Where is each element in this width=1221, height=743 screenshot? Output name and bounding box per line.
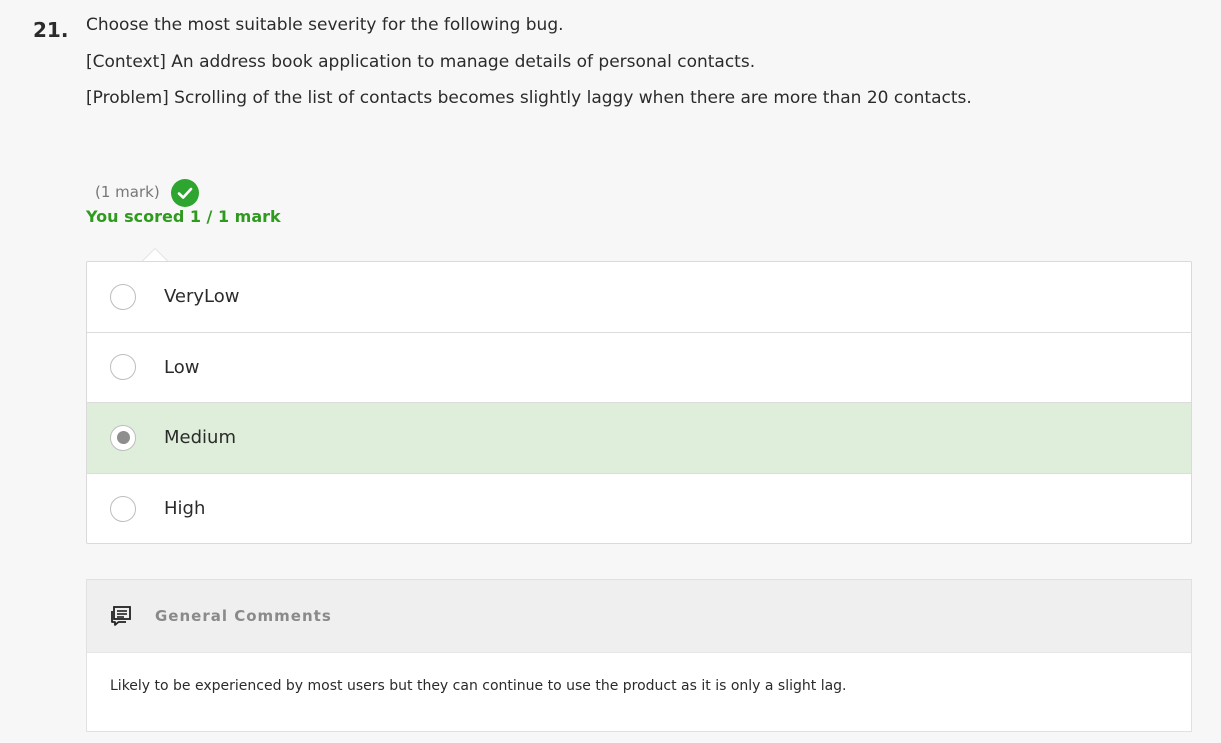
question-text: Choose the most suitable severity for th… <box>86 14 1186 124</box>
question-number: 21. <box>33 18 69 42</box>
general-comments-header: General Comments <box>87 580 1191 653</box>
marks-label: (1 mark) <box>95 183 160 201</box>
option-label: High <box>164 498 206 520</box>
option-low[interactable]: Low <box>87 333 1191 403</box>
radio-button-selected[interactable] <box>110 424 136 451</box>
answer-options: VeryLow Low Medium High <box>86 261 1192 544</box>
option-label: Low <box>164 356 200 378</box>
score-text: You scored 1 / 1 mark <box>86 207 281 226</box>
option-verylow[interactable]: VeryLow <box>87 262 1191 333</box>
general-comments-panel: General Comments Likely to be experience… <box>86 579 1192 732</box>
comments-icon <box>111 606 131 626</box>
question-line: Choose the most suitable severity for th… <box>86 15 564 35</box>
general-comments-title: General Comments <box>155 607 332 625</box>
question-context-line: [Context] An address book application to… <box>86 51 756 72</box>
marks-row: (1 mark) <box>95 177 199 207</box>
general-comments-body: Likely to be experienced by most users b… <box>110 678 847 694</box>
radio-button[interactable] <box>110 283 136 310</box>
question-page: 21. Choose the most suitable severity fo… <box>0 0 1221 743</box>
option-high[interactable]: High <box>87 474 1191 545</box>
options-pointer-caret <box>141 248 169 262</box>
question-problem-line: [Problem] Scrolling of the list of conta… <box>86 88 972 108</box>
radio-button[interactable] <box>110 495 136 522</box>
option-label: Medium <box>164 427 236 449</box>
radio-button[interactable] <box>110 354 136 381</box>
option-label: VeryLow <box>164 286 240 308</box>
check-circle-icon <box>170 179 199 207</box>
radio-selected-dot <box>116 431 130 445</box>
option-medium[interactable]: Medium <box>87 403 1191 474</box>
